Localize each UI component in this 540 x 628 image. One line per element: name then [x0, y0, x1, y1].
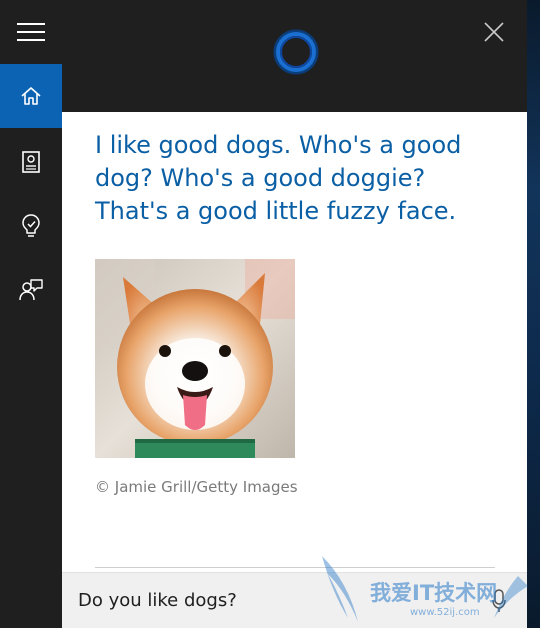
query-text[interactable]: Do you like dogs?	[78, 590, 237, 611]
hamburger-icon	[17, 23, 45, 41]
dog-photo[interactable]	[95, 259, 295, 458]
cortana-ring-icon	[273, 29, 319, 75]
menu-button[interactable]	[0, 0, 62, 64]
feedback-icon	[19, 279, 43, 301]
home-icon	[21, 87, 41, 105]
nav-item-feedback[interactable]	[0, 258, 62, 322]
photo-credit: © Jamie Grill/Getty Images	[95, 478, 298, 496]
response-text: I like good dogs. Who's a good dog? Who'…	[95, 131, 462, 225]
desktop-background	[527, 0, 540, 628]
microphone-icon	[492, 589, 506, 612]
close-button[interactable]	[480, 18, 508, 46]
notebook-icon	[22, 151, 40, 173]
nav-rail	[0, 0, 62, 628]
nav-item-reminders[interactable]	[0, 194, 62, 258]
query-bar[interactable]: Do you like dogs?	[62, 572, 527, 628]
cortana-header	[62, 0, 527, 112]
lightbulb-icon	[22, 214, 40, 237]
cortana-window: I like good dogs. Who's a good dog? Who'…	[0, 0, 540, 628]
nav-item-notebook[interactable]	[0, 130, 62, 194]
microphone-button[interactable]	[486, 587, 512, 615]
nav-item-home[interactable]	[0, 64, 62, 128]
divider	[95, 567, 495, 568]
yorkshire-terrier-image	[95, 259, 295, 458]
close-icon	[484, 22, 504, 42]
response-panel: I like good dogs. Who's a good dog? Who'…	[62, 112, 527, 628]
